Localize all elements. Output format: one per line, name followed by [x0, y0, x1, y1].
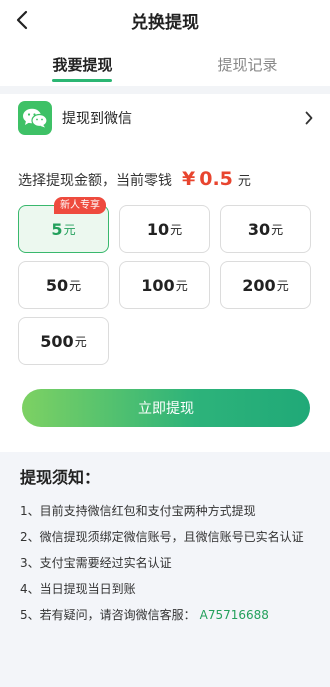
- notes-title: 提现须知：: [20, 468, 101, 487]
- chevron-left-icon: [16, 10, 28, 30]
- section-divider: [0, 86, 330, 94]
- wechat-icon: [18, 101, 52, 135]
- option-value: 200: [242, 275, 276, 295]
- option-unit: 元: [170, 222, 183, 237]
- amount-option-500[interactable]: 500 元: [18, 317, 109, 365]
- tab-withdraw-label: 我要提现: [52, 55, 113, 74]
- amount-prompt: 选择提现金额，当前零钱: [18, 173, 172, 189]
- withdraw-now-button[interactable]: 立即提现: [22, 389, 310, 427]
- amount-option-100[interactable]: 100 元: [119, 261, 210, 309]
- amount-option-5[interactable]: 新人专享 5 元: [18, 197, 109, 253]
- option-value: 500: [40, 331, 74, 351]
- option-unit: 元: [69, 278, 82, 293]
- option-unit: 元: [63, 222, 76, 237]
- tab-withdraw-records-label: 提现记录: [217, 55, 278, 74]
- amount-option-30[interactable]: 30 元: [220, 205, 311, 253]
- note-item: 1、目前支持微信红包和支付宝两种方式提现: [20, 504, 256, 518]
- tab-withdraw-records[interactable]: 提现记录: [165, 44, 330, 84]
- note-item: 4、当日提现当日到账: [20, 582, 136, 596]
- top-bar: 兑换提现: [0, 0, 330, 40]
- option-unit: 元: [276, 278, 289, 293]
- note-item: 3、支付宝需要经过实名认证: [20, 556, 172, 570]
- option-value: 10: [146, 219, 170, 239]
- wechat-service-id[interactable]: A75716688: [200, 608, 269, 622]
- option-value: 50: [45, 275, 69, 295]
- withdraw-channel-row[interactable]: 提现到微信: [0, 96, 330, 140]
- amount-option-50[interactable]: 50 元: [18, 261, 109, 309]
- option-unit: 元: [74, 334, 87, 349]
- note-contact-text: 5、若有疑问，请咨询微信客服：: [20, 608, 196, 622]
- currency-symbol: ¥: [182, 168, 196, 190]
- option-unit: 元: [175, 278, 188, 293]
- note-item-contact: 5、若有疑问，请咨询微信客服： A75716688: [20, 602, 312, 628]
- withdraw-notes: 提现须知： 1、目前支持微信红包和支付宝两种方式提现 2、微信提现须绑定微信账号…: [0, 452, 330, 687]
- amount-options: 新人专享 5 元 10 元 30 元 50 元 100 元 200 元 500 …: [18, 197, 318, 365]
- tab-withdraw[interactable]: 我要提现: [0, 44, 165, 84]
- amount-option-10[interactable]: 10 元: [119, 205, 210, 253]
- option-value: 5: [51, 219, 63, 239]
- balance-unit: 元: [237, 174, 251, 189]
- channel-label: 提现到微信: [62, 111, 132, 127]
- tab-bar: 我要提现 提现记录: [0, 44, 330, 84]
- active-tab-indicator: [52, 79, 112, 82]
- amount-prompt-line: 选择提现金额，当前零钱 ¥ 0.5 元: [18, 168, 251, 196]
- amount-option-200[interactable]: 200 元: [220, 261, 311, 309]
- page-title: 兑换提现: [131, 12, 199, 33]
- note-item: 2、微信提现须绑定微信账号，且微信账号已实名认证: [20, 530, 304, 544]
- back-button[interactable]: [10, 8, 34, 32]
- option-unit: 元: [271, 222, 284, 237]
- new-user-badge: 新人专享: [54, 197, 106, 214]
- option-value: 30: [247, 219, 271, 239]
- option-value: 100: [141, 275, 175, 295]
- current-balance: 0.5: [199, 168, 233, 190]
- chevron-right-icon: [300, 108, 318, 128]
